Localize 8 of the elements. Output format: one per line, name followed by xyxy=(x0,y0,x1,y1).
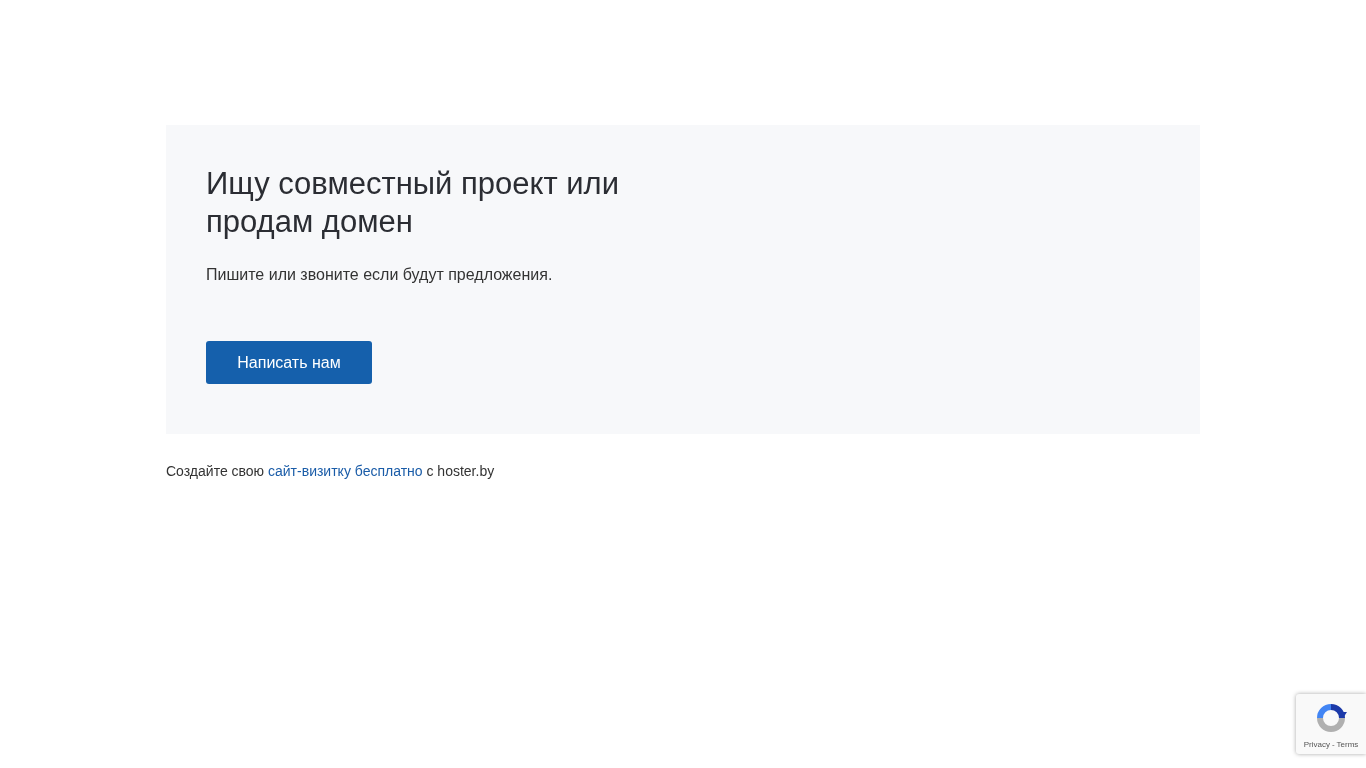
free-site-link[interactable]: сайт-визитку бесплатно xyxy=(268,463,423,479)
page-title: Ищу совместный проект или продам домен xyxy=(206,165,620,241)
footer-text: Создайте свою сайт-визитку бесплатно с hoster.by xyxy=(166,462,496,480)
separator-text: - xyxy=(1331,740,1335,749)
write-us-button[interactable]: Написать нам xyxy=(206,341,372,384)
terms-link[interactable]: Terms xyxy=(1336,740,1359,749)
privacy-link[interactable]: Privacy xyxy=(1303,740,1330,749)
description-text: Пишите или звоните если будут предложения. xyxy=(206,265,554,285)
